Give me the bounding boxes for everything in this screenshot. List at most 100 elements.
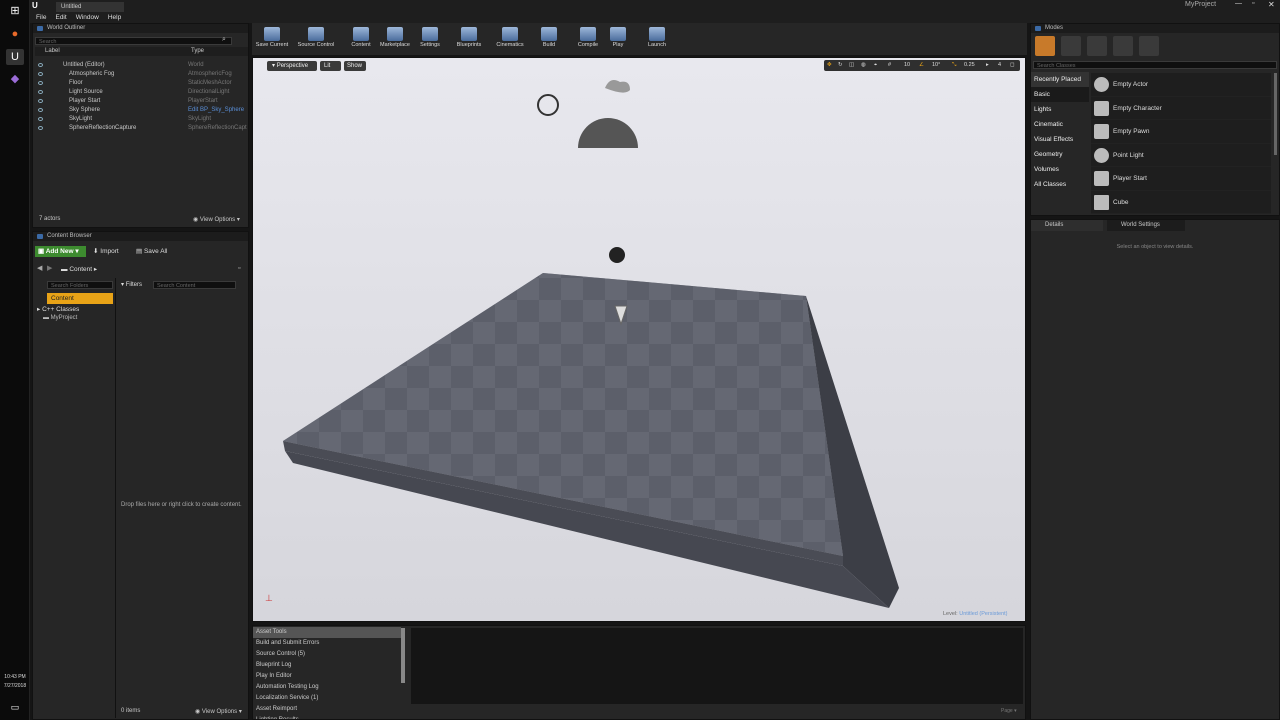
outliner-row[interactable]: Atmospheric Fog AtmosphericFog [33,70,248,79]
visibility-eye-icon[interactable] [38,63,43,67]
log-item-asset-tools[interactable]: Asset Tools [253,627,401,638]
visibility-eye-icon[interactable] [38,99,43,103]
place-player-start[interactable]: Player Start [1091,167,1271,191]
angle-snap-icon[interactable]: ∠ [919,60,924,71]
play-button[interactable]: Play [598,26,638,52]
category-geometry[interactable]: Geometry [1031,147,1089,162]
launch-button[interactable]: Launch [637,26,677,52]
log-item-automation[interactable]: Automation Testing Log [253,682,401,693]
save-current-button[interactable]: Save Current [252,26,292,52]
paint-mode-icon[interactable] [1061,36,1081,56]
menu-edit[interactable]: Edit [55,12,66,23]
firefox-icon[interactable]: ● [6,26,24,42]
maximize-button[interactable]: ▫ [1252,0,1254,7]
modes-tab[interactable]: Modes [1031,24,1279,33]
import-button[interactable]: ⬇ Import [93,247,119,255]
maximize-viewport-icon[interactable]: ◻ [1010,60,1015,71]
menu-file[interactable]: File [36,12,46,23]
settings-button[interactable]: Settings [410,26,450,52]
category-volumes[interactable]: Volumes [1031,162,1089,177]
label-column-header[interactable]: Label [45,47,60,56]
scale-size[interactable]: 0.25 [964,60,975,71]
outliner-row[interactable]: SkyLight SkyLight [33,115,248,124]
windows-start-icon[interactable]: ⊞ [6,3,24,19]
source-control-button[interactable]: Source Control [294,26,338,52]
world-icon[interactable]: ◍ [861,60,866,71]
build-button[interactable]: Build [529,26,569,52]
visibility-eye-icon[interactable] [38,81,43,85]
modes-scrollbar[interactable] [1274,73,1277,155]
grid-size[interactable]: 10 [904,60,910,71]
save-all-button[interactable]: ▤ Save All [136,247,167,255]
world-outliner-tab[interactable]: World Outliner [33,24,248,33]
category-basic[interactable]: Basic [1031,87,1089,102]
content-path[interactable]: ▬ Content ▸ [61,265,97,273]
minimize-button[interactable]: — [1235,0,1242,7]
log-item-play-in-editor[interactable]: Play In Editor [253,671,401,682]
visibility-eye-icon[interactable] [38,117,43,121]
outliner-row[interactable]: Light Source DirectionalLight [33,88,248,97]
menu-help[interactable]: Help [108,12,121,23]
outliner-row[interactable]: SphereReflectionCapture SphereReflectionC… [33,124,248,133]
landscape-mode-icon[interactable] [1087,36,1107,56]
camera-speed[interactable]: 4 [998,60,1001,71]
category-recently-placed[interactable]: Recently Placed [1031,72,1089,87]
lock-icon[interactable]: ▫ [238,265,240,272]
place-empty-pawn[interactable]: Empty Pawn [1091,120,1271,144]
world-settings-tab[interactable]: World Settings [1107,220,1185,231]
scale-snap-icon[interactable]: ⤡ [952,60,956,71]
blueprints-button[interactable]: Blueprints [449,26,489,52]
visibility-eye-icon[interactable] [38,126,43,130]
level-tab[interactable]: Untitled [56,2,124,12]
tree-item-cpp-classes[interactable]: ▸ C++ Classes [37,305,79,313]
camera-speed-icon[interactable]: ▸ [986,60,989,71]
log-item-asset-reimport[interactable]: Asset Reimport [253,704,401,715]
visual-studio-icon[interactable]: ◆ [6,71,24,87]
rotate-icon[interactable]: ↻ [838,60,843,71]
type-column-header[interactable]: Type [191,47,204,56]
back-arrow-icon[interactable]: ◀ [37,264,42,272]
visibility-eye-icon[interactable] [38,90,43,94]
tree-item-myproject[interactable]: ▬ MyProject [43,315,77,321]
category-lights[interactable]: Lights [1031,102,1089,117]
search-folders-input[interactable]: Search Folders [47,281,113,289]
search-classes-input[interactable]: Search Classes [1033,61,1277,69]
log-item-blueprint-log[interactable]: Blueprint Log [253,660,401,671]
add-new-button[interactable]: ▣ Add New ▾ [35,246,86,257]
angle-size[interactable]: 10° [932,60,940,71]
snap-icon[interactable]: ⌖ [874,60,877,71]
page-selector[interactable]: Page ▾ [1001,708,1017,714]
level-viewport[interactable]: ▾ Perspective Lit Show ✥ ↻ ◫ ◍ ⌖ # 10 ∠ … [252,57,1026,622]
log-item-lighting[interactable]: Lighting Results [253,715,401,719]
marketplace-button[interactable]: Marketplace [375,26,415,52]
tree-item-content[interactable]: Content [47,293,113,304]
cb-view-options[interactable]: ◉ View Options ▾ [195,708,242,715]
lit-dropdown[interactable]: Lit [320,61,341,71]
foliage-mode-icon[interactable] [1113,36,1133,56]
outliner-row[interactable]: Sky Sphere Edit BP_Sky_Sphere [33,106,248,115]
outliner-row[interactable]: Player Start PlayerStart [33,97,248,106]
search-content-input[interactable]: Search Content [153,281,236,289]
details-tab[interactable]: Details [1031,220,1103,231]
log-item-localization[interactable]: Localization Service (1) [253,693,401,704]
content-browser-tab[interactable]: Content Browser [33,232,248,241]
scale-icon[interactable]: ◫ [849,60,854,71]
close-button[interactable]: ✕ [1268,0,1275,9]
splitter[interactable] [115,278,116,718]
geometry-mode-icon[interactable] [1139,36,1159,56]
visibility-eye-icon[interactable] [38,108,43,112]
perspective-dropdown[interactable]: ▾ Perspective [267,61,317,71]
log-item-build-errors[interactable]: Build and Submit Errors [253,638,401,649]
log-scrollbar[interactable] [401,628,405,683]
place-empty-actor[interactable]: Empty Actor [1091,73,1271,97]
menu-window[interactable]: Window [76,12,99,23]
outliner-search-input[interactable]: Search [35,37,232,45]
show-dropdown[interactable]: Show [344,61,366,71]
notification-icon[interactable]: ▭ [6,699,24,715]
place-point-light[interactable]: Point Light [1091,144,1271,167]
filters-button[interactable]: ▾ Filters [121,281,142,288]
category-cinematic[interactable]: Cinematic [1031,117,1089,132]
outliner-row[interactable]: Untitled (Editor) World [33,61,248,70]
translate-icon[interactable]: ✥ [827,60,832,71]
visibility-eye-icon[interactable] [38,72,43,76]
